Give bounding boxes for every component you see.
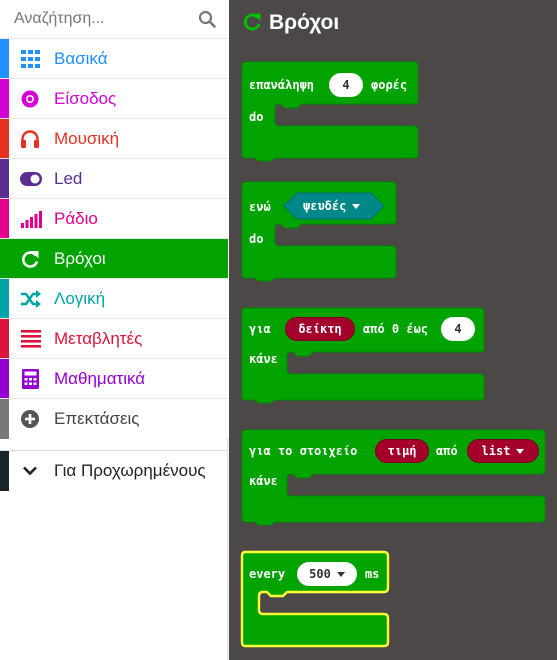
repeat-label: επανάληψη	[249, 78, 315, 92]
do-label: do	[249, 110, 264, 124]
condition-dropdown[interactable]: ψευδές	[303, 198, 361, 214]
category-color-bar	[0, 39, 9, 79]
interval-dropdown[interactable]: 500	[297, 562, 357, 586]
search-box	[0, 0, 228, 38]
search-icon[interactable]	[198, 10, 216, 28]
category-color-bar	[0, 239, 9, 279]
do-label: κάνε	[249, 474, 278, 488]
repeat-suffix: φορές	[371, 78, 408, 92]
input-circle-icon	[21, 90, 39, 108]
advanced-label: Για Προχωρημένους	[54, 461, 206, 480]
category-label: Led	[54, 169, 83, 188]
category-label: Λογική	[54, 289, 106, 308]
list-lines-icon	[21, 330, 41, 348]
repeat-block[interactable]: επανάληψη 4 φορές do	[241, 61, 419, 162]
range-end-input[interactable]: 4	[441, 317, 475, 341]
block-flyout: Βρόχοι επανάληψη 4 φορές do ενώ ψευδές d…	[229, 0, 557, 660]
signal-bars-icon	[21, 211, 42, 228]
category-label: Βρόχοι	[54, 249, 106, 268]
category-color-bar	[0, 159, 9, 199]
category-label: Ράδιο	[54, 209, 98, 228]
category-label: Μαθηματικά	[54, 369, 146, 388]
category-color-bar	[0, 319, 9, 359]
category-color-bar	[0, 359, 9, 399]
every-label: every	[249, 567, 286, 581]
category-label: Μεταβλητές	[54, 329, 143, 348]
category-label: Είσοδος	[54, 89, 117, 108]
category-color-bar	[0, 119, 9, 159]
while-label: ενώ	[249, 200, 271, 214]
category-label: Μουσική	[54, 129, 120, 148]
category-logic[interactable]: Λογική	[0, 278, 228, 319]
do-label: do	[249, 232, 264, 246]
range-label: από 0 έως	[363, 322, 429, 336]
shuffle-icon	[21, 290, 41, 308]
dropdown-caret-icon	[336, 572, 345, 577]
category-loops[interactable]: Βρόχοι	[0, 238, 228, 279]
refresh-icon	[22, 251, 39, 268]
condition-value: ψευδές	[303, 199, 347, 213]
for-block[interactable]: για δείκτη από 0 έως 4 κάνε	[241, 307, 487, 404]
category-color-bar	[0, 199, 9, 239]
dropdown-caret-icon	[352, 204, 361, 209]
foreach-block[interactable]: για το στοιχείο τιμή από list κάνε	[241, 429, 547, 526]
toolbox-sidebar: Βασικά Είσοδος Μουσική Led	[0, 0, 228, 660]
category-color-bar	[0, 399, 9, 439]
category-led[interactable]: Led	[0, 158, 228, 199]
search-input[interactable]	[0, 0, 228, 38]
foreach-label: για το στοιχείο	[249, 444, 358, 458]
category-variables[interactable]: Μεταβλητές	[0, 318, 228, 359]
from-label: από	[436, 444, 458, 458]
category-extensions[interactable]: Επεκτάσεις	[0, 398, 228, 439]
category-label: Επεκτάσεις	[54, 409, 140, 428]
do-label: κάνε	[249, 352, 278, 366]
category-math[interactable]: Μαθηματικά	[0, 358, 228, 399]
item-variable-dropdown[interactable]: τιμή	[375, 439, 429, 463]
every-block[interactable]: every 500 ms	[240, 550, 390, 648]
calculator-icon	[22, 369, 39, 389]
refresh-icon	[243, 13, 261, 31]
category-color-bar	[0, 279, 9, 319]
headphones-icon	[21, 130, 39, 148]
category-music[interactable]: Μουσική	[0, 118, 228, 159]
variable-dropdown[interactable]: δείκτη	[285, 317, 355, 341]
category-color-bar	[0, 79, 9, 119]
while-block[interactable]: ενώ ψευδές do	[241, 181, 397, 282]
category-radio[interactable]: Ράδιο	[0, 198, 228, 239]
advanced-toggle[interactable]: Για Προχωρημένους	[0, 450, 228, 491]
category-color-bar	[0, 451, 9, 491]
interval-value: 500	[309, 567, 331, 581]
grid-icon	[21, 50, 40, 68]
list-dropdown[interactable]: list	[467, 439, 539, 463]
ms-label: ms	[365, 567, 380, 581]
list-value: list	[481, 444, 511, 458]
toggle-icon	[20, 172, 42, 186]
category-input[interactable]: Είσοδος	[0, 78, 228, 119]
category-label: Βασικά	[54, 49, 108, 68]
for-label: για	[249, 322, 271, 336]
repeat-count-input[interactable]: 4	[329, 73, 363, 97]
dropdown-caret-icon	[516, 449, 525, 454]
plus-circle-icon	[21, 410, 39, 428]
chevron-down-icon	[23, 466, 37, 476]
category-basic[interactable]: Βασικά	[0, 38, 228, 79]
flyout-title: Βρόχοι	[269, 11, 340, 34]
